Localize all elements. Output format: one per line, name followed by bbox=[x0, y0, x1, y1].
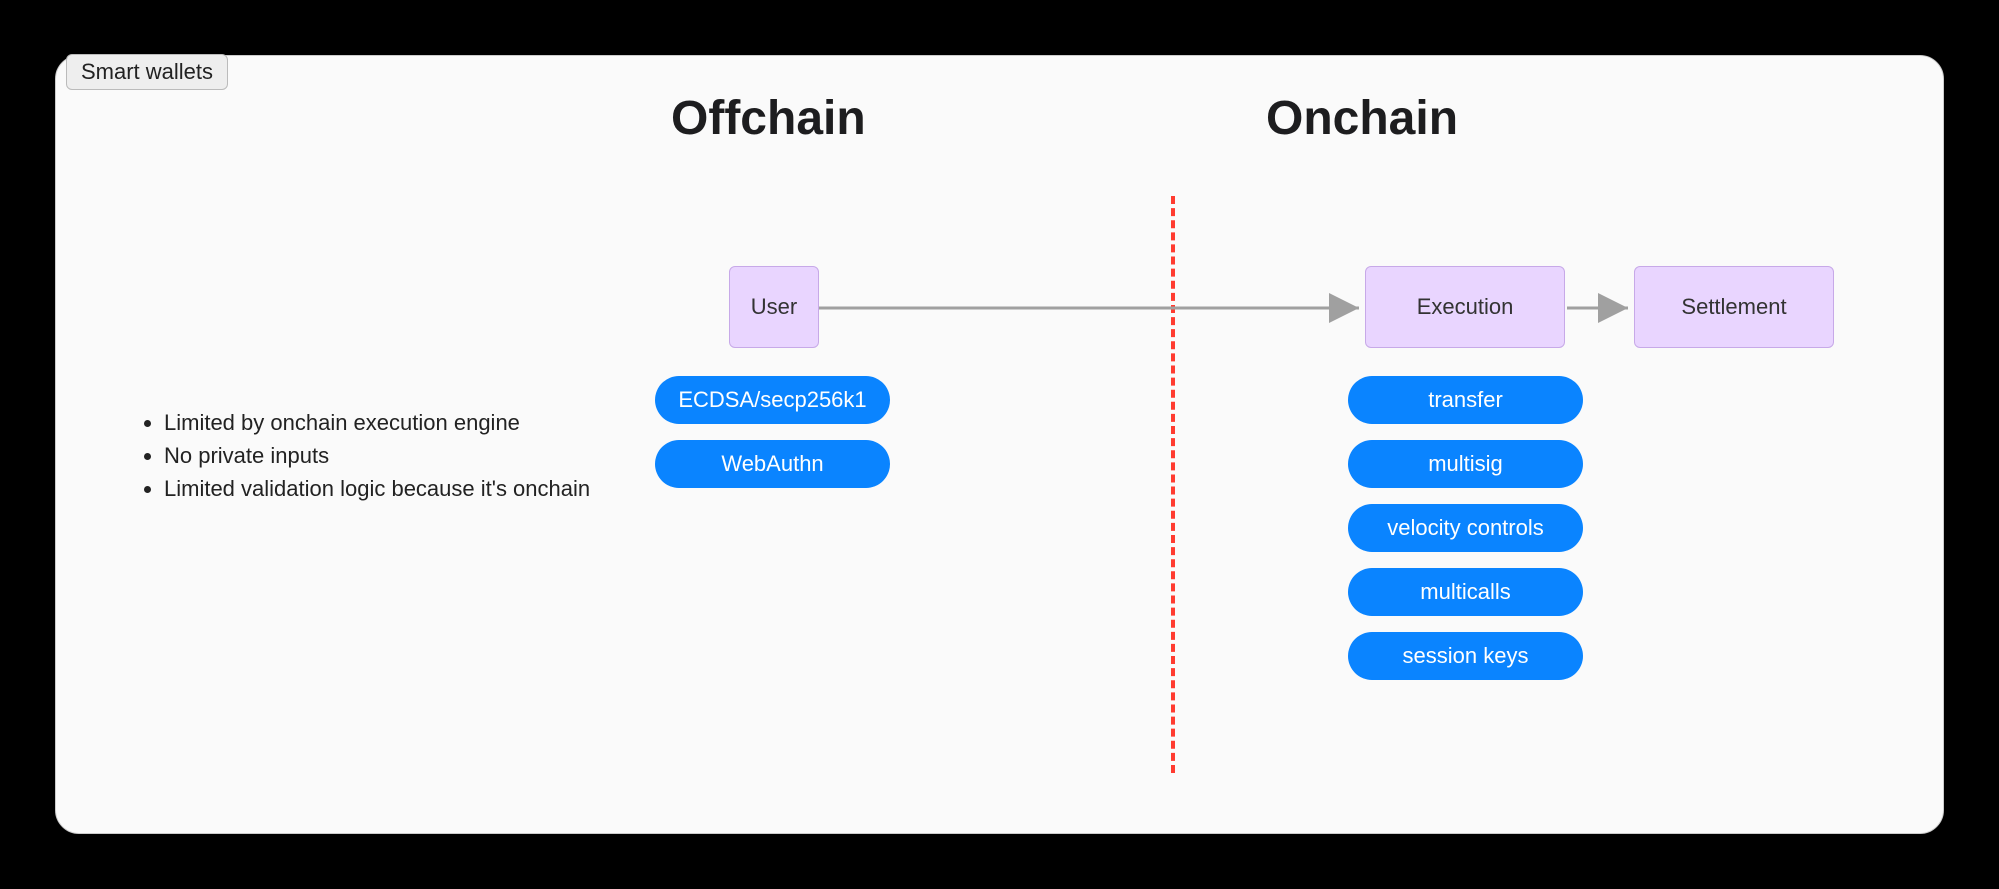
heading-onchain: Onchain bbox=[1266, 91, 1458, 146]
exec-pill-multisig: multisig bbox=[1348, 440, 1583, 488]
heading-offchain: Offchain bbox=[671, 91, 866, 146]
node-user: User bbox=[729, 266, 819, 348]
user-pill-ecdsa: ECDSA/secp256k1 bbox=[655, 376, 890, 424]
exec-pill-multicalls: multicalls bbox=[1348, 568, 1583, 616]
node-settlement: Settlement bbox=[1634, 266, 1834, 348]
bullet-item: No private inputs bbox=[164, 439, 590, 472]
diagram-panel: Smart wallets Offchain Onchain Limited b… bbox=[55, 55, 1944, 834]
bullet-item: Limited by onchain execution engine bbox=[164, 406, 590, 439]
offchain-onchain-divider bbox=[1171, 196, 1175, 773]
exec-pill-transfer: transfer bbox=[1348, 376, 1583, 424]
exec-pill-velocity: velocity controls bbox=[1348, 504, 1583, 552]
bullet-item: Limited validation logic because it's on… bbox=[164, 472, 590, 505]
limitations-list: Limited by onchain execution engine No p… bbox=[136, 406, 590, 505]
panel-tab-label: Smart wallets bbox=[66, 54, 228, 90]
exec-pill-sessionkeys: session keys bbox=[1348, 632, 1583, 680]
flow-arrows bbox=[819, 296, 1635, 320]
user-pill-webauthn: WebAuthn bbox=[655, 440, 890, 488]
